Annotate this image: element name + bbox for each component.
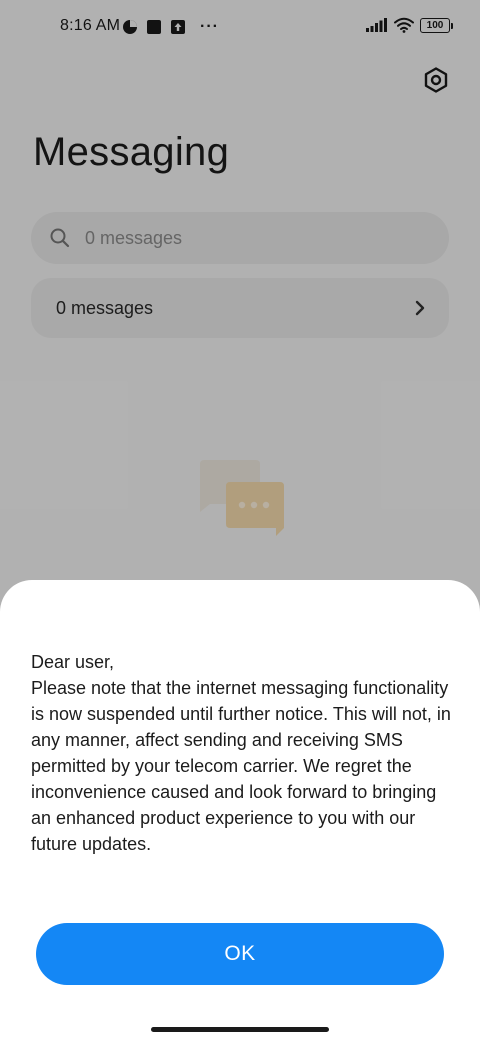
notice-body: Please note that the internet messaging … bbox=[31, 678, 451, 854]
notice-greeting: Dear user, bbox=[31, 652, 115, 672]
ok-button[interactable]: OK bbox=[36, 923, 444, 985]
notice-message: Dear user, Please note that the internet… bbox=[31, 649, 461, 857]
home-indicator[interactable] bbox=[151, 1027, 329, 1032]
